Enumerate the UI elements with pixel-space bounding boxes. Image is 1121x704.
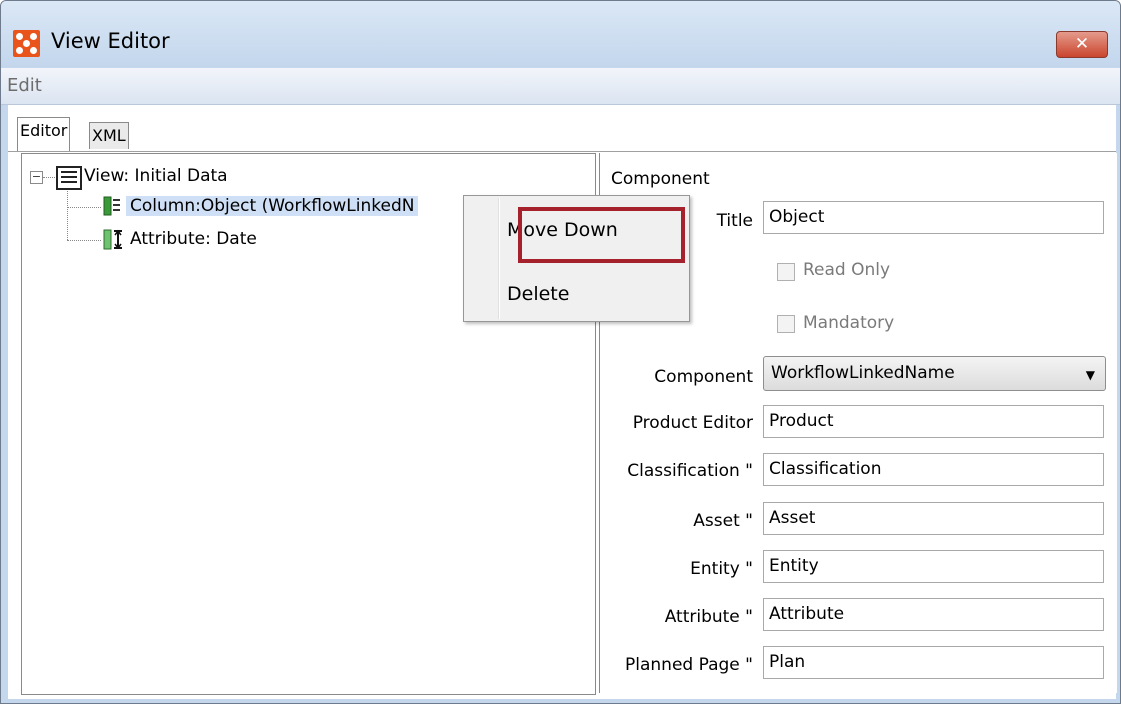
highlight-box — [518, 207, 685, 263]
component-label: Component — [654, 367, 753, 387]
component-dropdown[interactable]: WorkflowLinkedName ▼ — [763, 356, 1106, 391]
context-menu-separator — [498, 198, 500, 319]
close-icon[interactable]: ✕ — [1056, 31, 1108, 58]
asset-field[interactable]: Asset — [763, 502, 1104, 535]
asset-label: Asset " — [693, 511, 753, 531]
entity-field[interactable]: Entity — [763, 550, 1104, 583]
tree-node-view[interactable]: View: Initial Data — [84, 166, 228, 186]
tree-node-column[interactable]: Column:Object (WorkflowLinkedN — [126, 196, 419, 216]
entity-label: Entity " — [690, 559, 753, 579]
menu-item-delete[interactable]: Delete — [507, 283, 569, 305]
component-heading: Component — [611, 169, 710, 189]
view-icon — [56, 166, 82, 190]
classification-label: Classification " — [627, 461, 753, 481]
product-editor-field[interactable]: Product — [763, 405, 1104, 438]
mandatory-label: Mandatory — [803, 313, 895, 333]
component-dropdown-value: WorkflowLinkedName — [771, 363, 955, 383]
title-field[interactable]: Object — [763, 201, 1104, 234]
app-icon — [13, 30, 40, 57]
collapse-icon[interactable]: − — [30, 171, 43, 184]
window-title: View Editor — [51, 29, 170, 53]
column-icon — [103, 196, 120, 216]
mandatory-checkbox[interactable] — [777, 315, 795, 333]
product-editor-label: Product Editor — [632, 413, 753, 433]
read-only-label: Read Only — [803, 260, 891, 280]
attribute-field[interactable]: Attribute — [763, 598, 1104, 631]
planned-page-label: Planned Page " — [625, 655, 753, 675]
title-label: Title — [716, 211, 753, 231]
tab-editor[interactable]: Editor — [17, 117, 71, 151]
attribute-label: Attribute " — [664, 607, 753, 627]
tab-xml[interactable]: XML — [89, 122, 129, 149]
classification-field[interactable]: Classification — [763, 453, 1104, 486]
title-bar: View Editor ✕ — [1, 1, 1120, 67]
tree-node-attribute[interactable]: Attribute: Date — [130, 229, 257, 249]
planned-page-field[interactable]: Plan — [763, 646, 1104, 679]
attribute-icon — [103, 229, 122, 250]
view-editor-window: View Editor ✕ Edit Editor XML − View: In… — [0, 0, 1121, 704]
tab-strip: Editor XML — [8, 105, 1116, 152]
menu-bar: Edit — [1, 68, 1120, 105]
menu-edit[interactable]: Edit — [7, 75, 42, 96]
dropdown-arrow-icon: ▼ — [1085, 368, 1095, 382]
read-only-checkbox[interactable] — [777, 263, 795, 281]
